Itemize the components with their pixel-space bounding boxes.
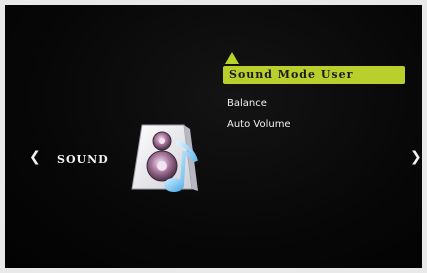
tv-screen: ❮ SOUND Sound Mode User Balance Auto Vol…	[5, 5, 422, 268]
next-section-arrow-icon[interactable]: ❯	[410, 150, 422, 164]
speaker-music-note-icon	[131, 124, 198, 192]
menu-item-sound-mode[interactable]: Sound Mode User	[223, 66, 405, 84]
section-label: SOUND	[57, 153, 109, 166]
menu-item-auto-volume[interactable]: Auto Volume	[227, 119, 291, 130]
previous-section-arrow-icon[interactable]: ❮	[29, 150, 41, 164]
up-triangle-icon[interactable]	[225, 52, 239, 64]
menu-item-balance[interactable]: Balance	[227, 98, 267, 109]
